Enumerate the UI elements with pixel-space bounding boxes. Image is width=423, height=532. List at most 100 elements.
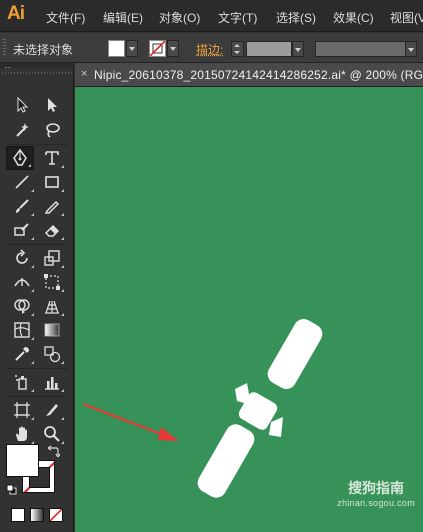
perspective-grid-icon [45,300,59,314]
shape-builder-tool[interactable] [8,294,36,318]
eraser-tool[interactable] [38,218,66,242]
line-segment-tool[interactable] [8,170,36,194]
artboard-tool[interactable] [8,398,36,422]
scale-tool[interactable] [38,246,66,270]
magic-wand-tool[interactable] [8,118,36,142]
blob-brush-icon [14,223,29,236]
menu-edit[interactable]: 编辑(E) [103,9,143,26]
blob-brush-tool[interactable] [8,218,36,242]
watermark-sub: zhinan.sogou.com [337,498,415,508]
fill-color-dropdown[interactable] [126,40,138,57]
free-transform-icon [44,274,60,290]
tool-separator [8,244,68,245]
app-logo: Ai [7,3,25,24]
none-mode-button[interactable] [49,508,63,522]
stroke-weight-dropdown[interactable] [292,41,304,57]
symbol-sprayer-icon [15,375,27,390]
blend-icon [44,346,61,363]
default-fill-stroke-icon[interactable] [6,484,17,495]
rectangle-tool[interactable] [38,170,66,194]
canvas-artwork [82,318,323,498]
lasso-tool[interactable] [38,118,66,142]
eyedropper-icon [15,347,29,361]
document-title: Nipic_20610378_20150724142414286252.ai* … [94,68,423,82]
pencil-tool[interactable] [38,194,66,218]
menu-select[interactable]: 选择(S) [276,9,316,26]
slice-knife-icon [46,404,58,416]
tool-separator [8,396,68,397]
hand-icon [16,426,27,441]
zoom-magnifier-icon [44,426,60,442]
watermark-main: 搜狗指南 [348,480,405,496]
rectangle-icon [45,176,59,188]
tool-separator [8,368,68,369]
artboard-icon [14,402,30,418]
control-bar-grip[interactable] [3,39,6,57]
menu-file[interactable]: 文件(F) [46,9,85,26]
stroke-weight-stepper[interactable] [231,41,244,57]
width-icon [14,278,30,287]
hand-tool[interactable] [8,422,36,446]
eyedropper-tool[interactable] [8,342,36,366]
shape-builder-icon [14,299,30,314]
color-mode-button[interactable] [11,508,25,522]
selection-status: 未选择对象 [13,43,74,57]
menu-bar: Ai 文件(F) 编辑(E) 对象(O) 文字(T) 选择(S) 效果(C) 视… [0,0,423,32]
lasso-icon [46,123,60,138]
selection-tool[interactable] [8,93,36,117]
gradient-tool[interactable] [38,318,66,342]
paintbrush-tool[interactable] [8,194,36,218]
stroke-color-dropdown[interactable] [167,40,179,57]
column-graph-tool[interactable] [38,370,66,394]
watermark: 搜狗指南 zhinan.sogou.com [337,478,415,508]
mesh-tool[interactable] [8,318,36,342]
magic-wand-icon [16,123,29,137]
red-arrow-icon [82,402,179,441]
symbol-sprayer-tool[interactable] [8,370,36,394]
no-stroke-icon [150,41,165,56]
free-transform-tool[interactable] [38,270,66,294]
rotate-tool[interactable] [8,246,36,270]
tools-panel [0,68,74,532]
close-tab-icon[interactable]: × [81,68,87,80]
scale-icon [44,250,60,266]
tool-separator [8,144,68,145]
direct-selection-arrow-icon [48,98,57,112]
variable-width-profile-field[interactable] [315,41,415,57]
type-tool[interactable] [38,146,66,170]
stroke-color-swatch[interactable] [149,40,166,57]
zoom-tool[interactable] [38,422,66,446]
menu-object[interactable]: 对象(O) [159,9,200,26]
type-t-icon [45,151,59,165]
satellite-icon [197,318,323,498]
width-tool[interactable] [8,270,36,294]
stroke-weight-label[interactable]: 描边: [196,41,223,58]
artboard-canvas[interactable]: 搜狗指南 zhinan.sogou.com [75,87,423,532]
line-segment-icon [15,175,29,189]
menu-type[interactable]: 文字(T) [218,9,257,26]
selection-arrow-icon [17,96,29,113]
fill-color-swatch[interactable] [108,40,125,57]
gradient-mode-button[interactable] [30,508,44,522]
eraser-icon [44,224,60,237]
menu-view[interactable]: 视图(V) [390,9,423,26]
pen-tool[interactable] [6,146,34,170]
fill-swatch[interactable] [6,444,39,477]
gradient-icon [44,323,60,337]
stroke-weight-field[interactable] [246,41,292,57]
menu-effect[interactable]: 效果(C) [333,9,374,26]
pencil-icon [44,200,60,214]
column-graph-icon [45,377,59,390]
document-tab[interactable]: × Nipic_20610378_20150724142414286252.ai… [75,63,423,87]
direct-selection-tool[interactable] [38,93,66,117]
none-slash-icon [50,509,62,521]
paintbrush-icon [16,199,29,213]
mesh-icon [14,322,30,338]
blend-tool[interactable] [38,342,66,366]
swap-fill-stroke-icon[interactable] [48,445,60,457]
profile-dropdown[interactable] [405,41,417,57]
perspective-grid-tool[interactable] [38,294,66,318]
tools-panel-grip[interactable] [2,72,72,74]
control-bar: 未选择对象 描边: [0,33,423,63]
slice-tool[interactable] [38,398,66,422]
